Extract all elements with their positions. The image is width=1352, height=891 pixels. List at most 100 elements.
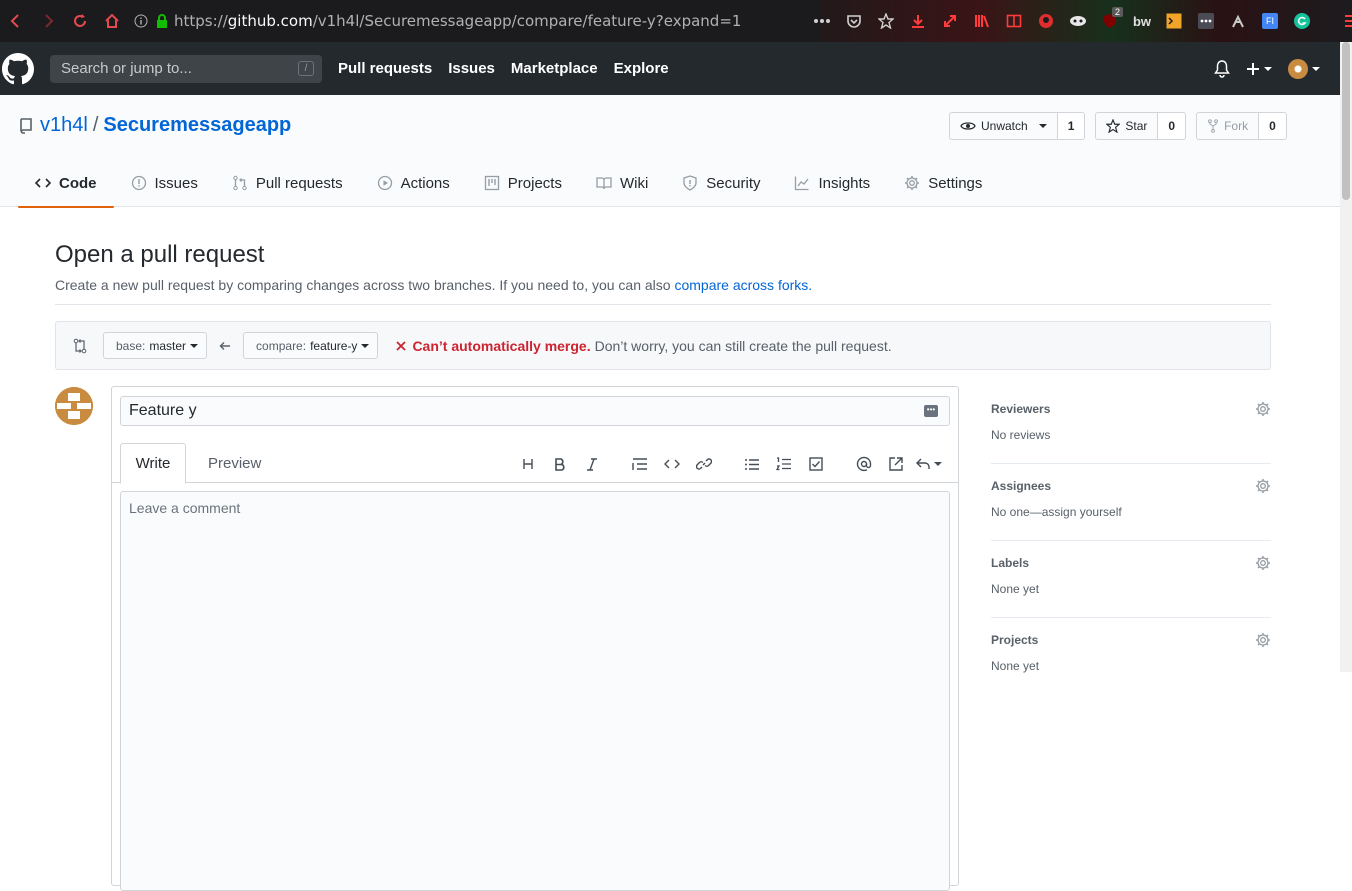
mention-icon[interactable]: [848, 453, 880, 475]
mask-extension-icon[interactable]: [1062, 0, 1094, 42]
account-icon[interactable]: [1030, 0, 1062, 42]
url-path: /v1h4l/Securemessageapp/compare/feature-…: [312, 12, 742, 30]
repo-name-link[interactable]: Securemessageapp: [103, 114, 291, 137]
reader-view-icon[interactable]: [998, 0, 1030, 42]
tab-insights-label: Insights: [818, 174, 871, 192]
browser-toolbar: https://github.com/v1h4l/Securemessageap…: [0, 0, 1352, 42]
reload-button[interactable]: [64, 0, 96, 42]
tab-wiki[interactable]: Wiki: [579, 159, 665, 207]
graph-icon: [795, 176, 809, 191]
fork-icon: [1208, 119, 1218, 133]
gear-icon[interactable]: [1255, 478, 1271, 494]
bookmark-star-icon[interactable]: [870, 0, 902, 42]
reviewers-heading[interactable]: Reviewers: [991, 402, 1050, 416]
avatar[interactable]: [55, 387, 93, 425]
italic-icon[interactable]: [576, 453, 608, 475]
bold-icon[interactable]: [544, 453, 576, 475]
gear-icon[interactable]: [1255, 555, 1271, 571]
pr-title-input[interactable]: [129, 402, 909, 420]
terminal-extension-icon[interactable]: [1158, 0, 1190, 42]
cross-reference-icon[interactable]: [880, 453, 912, 475]
title-field[interactable]: •••: [120, 396, 950, 426]
plus-icon: [1247, 62, 1259, 75]
tab-issues[interactable]: Issues: [114, 159, 215, 207]
ublock-icon[interactable]: 2: [1094, 0, 1126, 42]
global-nav: Pull requests Issues Marketplace Explore: [338, 60, 685, 77]
pocket-icon[interactable]: [838, 0, 870, 42]
projects-heading[interactable]: Projects: [991, 633, 1038, 647]
scrollbar-thumb[interactable]: [1342, 42, 1350, 200]
bitwarden-extension-icon[interactable]: bw: [1126, 0, 1158, 42]
tab-projects[interactable]: Projects: [467, 159, 579, 207]
code-icon[interactable]: [656, 453, 688, 475]
assignees-heading[interactable]: Assignees: [991, 479, 1051, 493]
star-button[interactable]: Star: [1095, 112, 1159, 140]
tab-security[interactable]: Security: [665, 159, 777, 207]
watch-count[interactable]: 1: [1057, 112, 1086, 140]
grammarly-icon[interactable]: [1286, 0, 1318, 42]
base-branch-select[interactable]: base: master: [103, 332, 208, 359]
saved-replies-icon[interactable]: •••: [924, 405, 938, 417]
unwatch-button[interactable]: Unwatch: [949, 112, 1058, 140]
tab-projects-label: Projects: [507, 174, 562, 192]
preview-tab[interactable]: Preview: [208, 443, 261, 483]
comment-field[interactable]: [120, 491, 950, 891]
github-logo-icon[interactable]: [2, 52, 34, 85]
gear-icon[interactable]: [1255, 632, 1271, 648]
tab-settings[interactable]: Settings: [887, 159, 999, 207]
repo-actions: Unwatch 1 Star 0 Fork 0: [949, 112, 1287, 140]
create-new-button[interactable]: [1246, 62, 1272, 76]
numbered-list-icon[interactable]: [768, 453, 800, 475]
expand-icon[interactable]: [934, 0, 966, 42]
nav-marketplace[interactable]: Marketplace: [511, 60, 598, 77]
fork-count[interactable]: 0: [1259, 112, 1287, 140]
download-icon[interactable]: [902, 0, 934, 42]
branch-range-editor: base: master compare: feature-y Can’t au…: [55, 321, 1271, 370]
tab-code[interactable]: Code: [18, 159, 114, 208]
page-subtitle: Create a new pull request by comparing c…: [55, 277, 812, 293]
assignees-value[interactable]: No one—assign yourself: [991, 505, 1122, 519]
nav-explore[interactable]: Explore: [614, 60, 669, 77]
repo-title: v1h4l / Securemessageapp: [20, 114, 291, 137]
heading-icon[interactable]: [512, 453, 544, 475]
quote-icon[interactable]: [624, 453, 656, 475]
page-scrollbar[interactable]: [1340, 42, 1352, 672]
address-bar[interactable]: https://github.com/v1h4l/Securemessageap…: [134, 6, 824, 36]
hamburger-menu-icon[interactable]: [1336, 0, 1352, 42]
notifications-bell-icon[interactable]: [1214, 59, 1230, 78]
user-menu-button[interactable]: [1288, 58, 1320, 79]
browser-extensions: 2 bw FI: [806, 0, 1352, 42]
link-icon[interactable]: [688, 453, 720, 475]
tab-actions[interactable]: Actions: [360, 159, 467, 207]
library-icon[interactable]: [966, 0, 998, 42]
write-tab[interactable]: Write: [120, 443, 186, 484]
puzzle-extension-icon[interactable]: [1222, 0, 1254, 42]
home-button[interactable]: [96, 0, 128, 42]
bulleted-list-icon[interactable]: [736, 453, 768, 475]
github-header: / Pull requests Issues Marketplace Explo…: [0, 42, 1340, 95]
info-icon[interactable]: [134, 14, 148, 28]
reply-icon[interactable]: [912, 453, 946, 475]
page-actions-icon[interactable]: [806, 0, 838, 42]
repo-owner-link[interactable]: v1h4l: [40, 114, 88, 137]
more-extensions-icon[interactable]: [1190, 0, 1222, 42]
compare-across-forks-link[interactable]: compare across forks.: [674, 277, 812, 293]
tab-wiki-label: Wiki: [619, 174, 649, 192]
search-input[interactable]: [61, 60, 281, 77]
gear-icon[interactable]: [1255, 401, 1271, 417]
search-box[interactable]: /: [50, 54, 322, 83]
tab-pull-requests[interactable]: Pull requests: [215, 159, 360, 207]
nav-issues[interactable]: Issues: [448, 60, 495, 77]
compare-branch-select[interactable]: compare: feature-y: [243, 332, 379, 359]
fork-button[interactable]: Fork: [1196, 112, 1260, 140]
comment-textarea[interactable]: [129, 500, 941, 882]
tab-insights[interactable]: Insights: [777, 159, 887, 207]
nav-pull-requests[interactable]: Pull requests: [338, 60, 432, 77]
forward-button[interactable]: [32, 0, 64, 42]
task-list-icon[interactable]: [800, 453, 832, 475]
translate-extension-icon[interactable]: FI: [1254, 0, 1286, 42]
editor-tabs: Write Preview: [112, 443, 958, 484]
star-count[interactable]: 0: [1158, 112, 1187, 140]
back-button[interactable]: [0, 0, 32, 42]
labels-heading[interactable]: Labels: [991, 556, 1029, 570]
